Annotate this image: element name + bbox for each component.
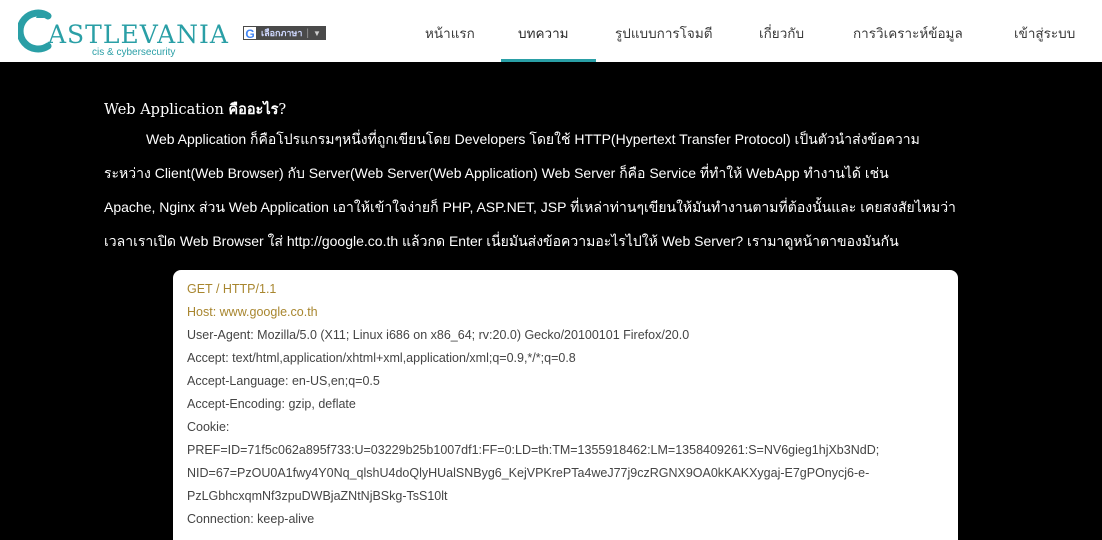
nav-item-attack-types[interactable]: รูปแบบการโจมตี: [615, 22, 713, 44]
code-line: Accept: text/html,application/xhtml+xml,…: [187, 351, 576, 365]
code-line: Accept-Language: en-US,en;q=0.5: [187, 374, 380, 388]
http-request-code-block: GET / HTTP/1.1 Host: www.google.co.th Us…: [173, 270, 958, 540]
article-paragraph-line: ระหว่าง Client(Web Browser) กับ Server(W…: [104, 165, 889, 181]
code-line: PREF=ID=71f5c062a895f733:U=03229b25b1007…: [187, 443, 880, 457]
heading-prefix: Web Application: [104, 102, 224, 118]
nav-item-login[interactable]: เข้าสู่ระบบ: [1014, 22, 1075, 44]
site-header: ASTLEVANIA cis & cybersecurity G เลือกภา…: [0, 0, 1102, 62]
code-line: PzLGbhcxqmNf3zpuDWBjaZNtNjBSkg-TsS10lt: [187, 489, 448, 503]
heading-bold: คืออะไร: [228, 102, 279, 118]
logo-text: ASTLEVANIA: [48, 20, 229, 49]
nav-item-data-analysis[interactable]: การวิเคราะห์ข้อมูล: [853, 22, 963, 44]
site-logo[interactable]: ASTLEVANIA cis & cybersecurity: [18, 6, 228, 58]
language-selector[interactable]: G เลือกภาษา | ▼: [243, 26, 326, 41]
article-paragraph-line: Web Application ก็คือโปรแกรมๆหนึ่งที่ถูก…: [146, 131, 920, 147]
code-line: Host: www.google.co.th: [187, 305, 318, 319]
chevron-down-icon: ▼: [313, 28, 321, 38]
active-tab-indicator: [501, 59, 596, 62]
article-paragraph-line: Apache, Nginx ส่วน Web Application เอาให…: [104, 199, 956, 215]
code-line: Cookie:: [187, 420, 230, 434]
code-line: Accept-Encoding: gzip, deflate: [187, 397, 356, 411]
logo-subtitle: cis & cybersecurity: [92, 47, 176, 58]
heading-suffix: ?: [278, 102, 287, 118]
nav-item-articles[interactable]: บทความ: [518, 22, 569, 44]
code-line: GET / HTTP/1.1: [187, 282, 277, 296]
article-paragraph-line: เวลาเราเปิด Web Browser ใส่ http://googl…: [104, 233, 899, 249]
language-selector-label: เลือกภาษา: [261, 28, 303, 38]
article-heading: Web Application คืออะไร?: [104, 98, 286, 121]
nav-item-home[interactable]: หน้าแรก: [425, 22, 475, 44]
code-line: User-Agent: Mozilla/5.0 (X11; Linux i686…: [187, 328, 690, 342]
code-line: Connection: keep-alive: [187, 512, 315, 526]
google-translate-icon: G: [243, 26, 257, 41]
language-selector-separator: |: [306, 27, 310, 39]
nav-item-about[interactable]: เกี่ยวกับ: [759, 22, 804, 44]
code-line: NID=67=PzOU0A1fwy4Y0Nq_qlshU4doQlyHUalSN…: [187, 466, 870, 480]
